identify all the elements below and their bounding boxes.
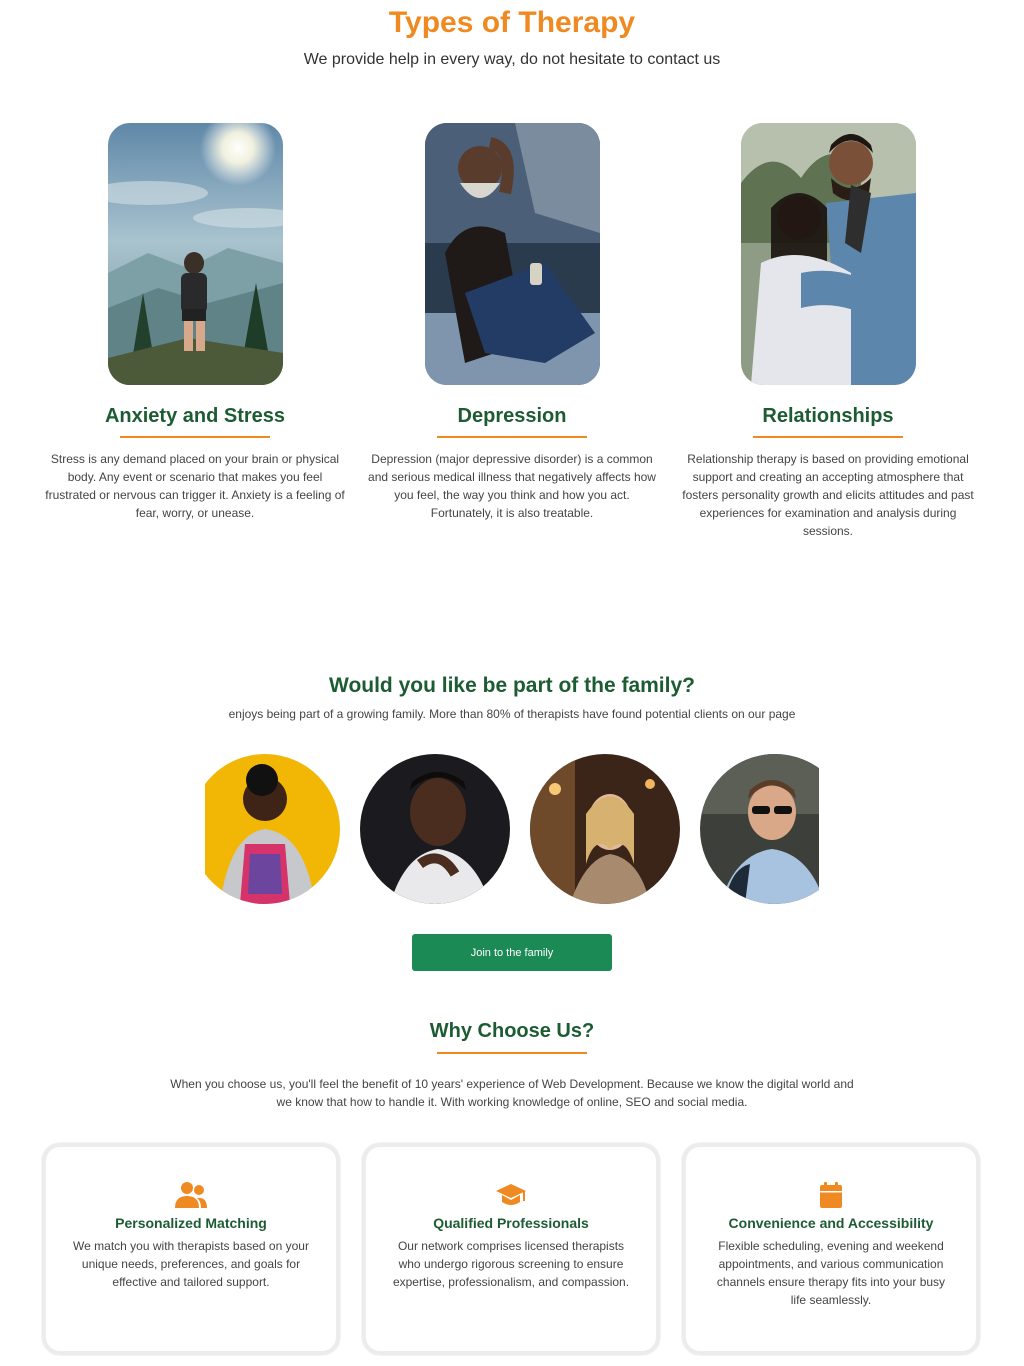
- page-title: Types of Therapy: [388, 6, 636, 39]
- avatar: [700, 754, 819, 904]
- therapy-description: Depression (major depressive disorder) i…: [368, 452, 656, 520]
- card-text: We match you with therapists based on yo…: [73, 1239, 309, 1289]
- avatar: [205, 754, 340, 904]
- family-section-title: Would you like be part of the family?: [329, 674, 695, 697]
- therapy-description: Stress is any demand placed on your brai…: [45, 452, 345, 520]
- feature-card-convenience: Convenience and Accessibility Flexible s…: [682, 1143, 980, 1355]
- feature-card-personalized: Personalized Matching We match you with …: [42, 1143, 340, 1355]
- card-title: Qualified Professionals: [433, 1215, 589, 1231]
- therapy-card-relationships: Relationships Relationship therapy is ba…: [668, 123, 988, 540]
- avatar: [530, 754, 680, 904]
- therapist-avatar-carousel[interactable]: [205, 754, 819, 904]
- title-underline: [753, 436, 903, 438]
- therapy-title: Depression: [457, 405, 567, 427]
- why-section-text: When you choose us, you'll feel the bene…: [170, 1077, 854, 1109]
- title-underline: [120, 436, 270, 438]
- card-title: Convenience and Accessibility: [728, 1215, 934, 1231]
- graduation-cap-icon: [494, 1181, 528, 1209]
- avatar: [360, 754, 510, 904]
- page-subtitle: We provide help in every way, do not hes…: [303, 51, 721, 68]
- therapy-photo-hiker: [107, 123, 283, 385]
- family-section-subtitle: enjoys being part of a growing family. M…: [228, 707, 796, 721]
- card-text: Flexible scheduling, evening and weekend…: [716, 1239, 946, 1307]
- therapy-photo-distressed-man: [424, 123, 600, 385]
- users-icon: [174, 1181, 208, 1209]
- card-title: Personalized Matching: [115, 1215, 267, 1231]
- therapy-card-depression: Depression Depression (major depressive …: [352, 123, 672, 522]
- card-text: Our network comprises licensed therapist…: [392, 1239, 630, 1289]
- therapy-title: Relationships: [762, 405, 894, 427]
- feature-card-qualified: Qualified Professionals Our network comp…: [362, 1143, 660, 1355]
- title-underline: [437, 436, 587, 438]
- why-section-title: Why Choose Us?: [429, 1020, 595, 1042]
- therapy-title: Anxiety and Stress: [104, 405, 286, 427]
- therapy-photo-couple: [740, 123, 916, 385]
- therapy-card-anxiety: Anxiety and Stress Stress is any demand …: [35, 123, 355, 522]
- therapy-description: Relationship therapy is based on providi…: [682, 452, 974, 538]
- join-family-button[interactable]: Join to the family: [412, 934, 612, 971]
- title-underline: [437, 1052, 587, 1054]
- calendar-icon: [814, 1181, 848, 1209]
